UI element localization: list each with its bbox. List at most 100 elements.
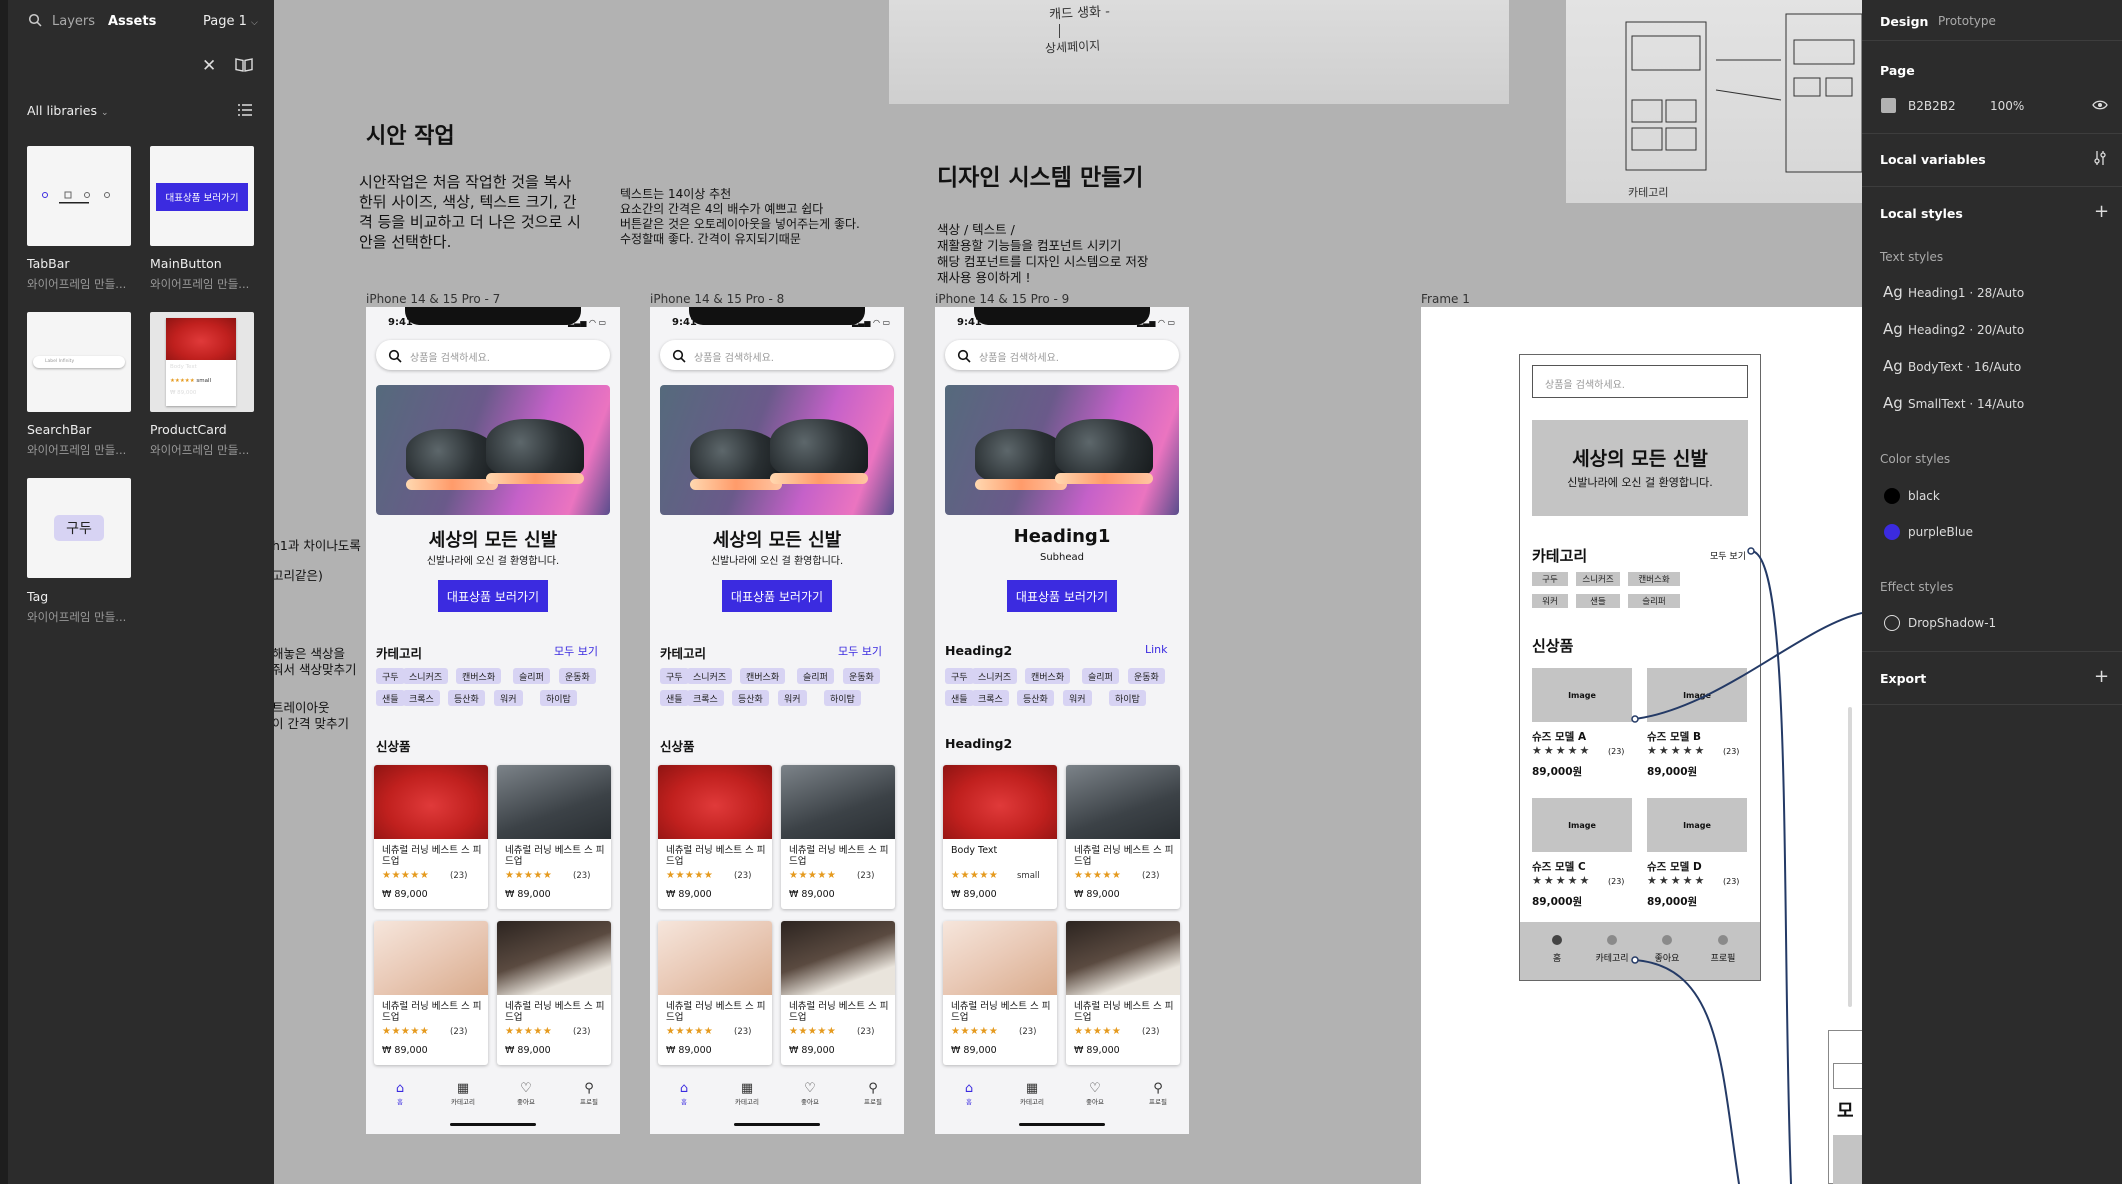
category-chip[interactable]: 구두 xyxy=(945,668,974,684)
category-chip[interactable]: 하이탑 xyxy=(824,690,861,706)
category-chip[interactable]: 캔버스화 xyxy=(740,668,786,684)
category-chip[interactable]: 운동화 xyxy=(843,668,880,684)
tab-item-category[interactable]: ▦ 카테고리 xyxy=(443,1081,483,1113)
product-card[interactable]: 네츄럴 러닝 베스트 스 피드업 ★★★★★ (23) ₩ 89,000 xyxy=(658,765,772,909)
frame-label[interactable]: iPhone 14 & 15 Pro - 7 xyxy=(366,292,500,306)
product-card[interactable]: 네츄럴 러닝 베스트 스 피드업 ★★★★★ (23) ₩ 89,000 xyxy=(943,921,1057,1065)
color-style-purpleblue-swatch[interactable] xyxy=(1884,524,1900,540)
category-chip[interactable]: 샌들 xyxy=(945,690,974,706)
product-card[interactable]: 네츄럴 러닝 베스트 스 피드업 ★★★★★ (23) ₩ 89,000 xyxy=(497,921,611,1065)
category-chip[interactable]: 구두 xyxy=(660,668,689,684)
asset-searchbar-thumb[interactable]: Label Infinity xyxy=(27,312,131,412)
asset-tabbar-thumb[interactable] xyxy=(27,146,131,246)
library-book-icon[interactable] xyxy=(234,57,254,73)
category-chip[interactable]: 운동화 xyxy=(1128,668,1165,684)
category-chip[interactable]: 스니커즈 xyxy=(687,668,733,684)
category-chip[interactable]: 슬리퍼 xyxy=(1082,668,1119,684)
tab-item-home[interactable]: ⌂ 홈 xyxy=(949,1081,989,1113)
search-bar[interactable]: 상품을 검색하세요. xyxy=(376,340,610,370)
tab-layers[interactable]: Layers xyxy=(52,14,95,29)
product-card[interactable]: 네츄럴 러닝 베스트 스 피드업 ★★★★★ (23) ₩ 89,000 xyxy=(781,921,895,1065)
category-chip[interactable]: 크록스 xyxy=(972,690,1009,706)
category-chip[interactable]: 운동화 xyxy=(559,668,596,684)
category-chip[interactable]: 구두 xyxy=(376,668,405,684)
phone-frame[interactable]: 9:41 ▂▃▅ ◠ ▭ 상품을 검색하세요. Heading1 Subhead 대표상품… xyxy=(935,307,1189,1134)
category-chip[interactable]: 크록스 xyxy=(687,690,724,706)
category-chip[interactable]: 슬리퍼 xyxy=(513,668,550,684)
all-libraries-dropdown[interactable]: All libraries ⌄ xyxy=(27,103,109,118)
tab-prototype[interactable]: Prototype xyxy=(1938,14,1996,28)
category-chip[interactable]: 슬리퍼 xyxy=(797,668,834,684)
tab-item-category[interactable]: ▦ 카테고리 xyxy=(727,1081,767,1113)
frame-label[interactable]: Frame 1 xyxy=(1421,292,1470,306)
see-all-link[interactable]: Link xyxy=(1145,643,1168,656)
see-all-link[interactable]: 모두 보기 xyxy=(554,643,598,659)
tab-item-profile[interactable]: ⚲ 프로필 xyxy=(853,1081,893,1113)
category-chip[interactable]: 캔버스화 xyxy=(1025,668,1071,684)
main-cta-button[interactable]: 대표상품 보러가기 xyxy=(438,580,548,612)
effect-style-dropshadow[interactable]: DropShadow-1 xyxy=(1908,616,1996,630)
text-style-item[interactable]: BodyText · 16/Auto xyxy=(1908,360,2021,374)
phone-frame[interactable]: 9:41 ▂▃▅ ◠ ▭ 상품을 검색하세요. 세상의 모든 신발 신발나라에 오신 걸… xyxy=(366,307,620,1134)
category-chip[interactable]: 워커 xyxy=(778,690,807,706)
local-variables[interactable]: Local variables xyxy=(1880,152,1986,167)
category-chip[interactable]: 등산화 xyxy=(732,690,769,706)
add-export-icon[interactable]: + xyxy=(2094,666,2109,687)
color-style-purpleblue[interactable]: purpleBlue xyxy=(1908,525,1973,539)
category-chip[interactable]: 등산화 xyxy=(448,690,485,706)
asset-productcard-thumb[interactable]: Body Text ★★★★★ small ₩ 89,000 xyxy=(150,312,254,412)
sketch-image-1[interactable]: 캐드 생화 - 상세페이지 xyxy=(889,0,1509,104)
tab-design[interactable]: Design xyxy=(1880,14,1928,29)
close-icon[interactable]: ✕ xyxy=(202,56,216,76)
search-bar[interactable]: 상품을 검색하세요. xyxy=(660,340,894,370)
main-cta-button[interactable]: 대표상품 보러가기 xyxy=(1007,580,1117,612)
page-color-swatch[interactable] xyxy=(1881,98,1896,113)
product-card[interactable]: 네츄럴 러닝 베스트 스 피드업 ★★★★★ (23) ₩ 89,000 xyxy=(497,765,611,909)
category-chip[interactable]: 하이탑 xyxy=(540,690,577,706)
page-selector[interactable]: Page 1 ⌵ xyxy=(203,14,258,29)
tab-item-category[interactable]: ▦ 카테고리 xyxy=(1012,1081,1052,1113)
text-style-item[interactable]: Heading2 · 20/Auto xyxy=(1908,323,2024,337)
category-chip[interactable]: 샌들 xyxy=(376,690,405,706)
product-card[interactable]: 네츄럴 러닝 베스트 스 피드업 ★★★★★ (23) ₩ 89,000 xyxy=(658,921,772,1065)
frame-label[interactable]: iPhone 14 & 15 Pro - 9 xyxy=(935,292,1069,306)
drop-shadow-icon[interactable] xyxy=(1884,615,1900,631)
product-card[interactable]: 네츄럴 러닝 베스트 스 피드업 ★★★★★ (23) ₩ 89,000 xyxy=(1066,921,1180,1065)
category-chip[interactable]: 등산화 xyxy=(1017,690,1054,706)
frame-1[interactable]: 상품을 검색하세요. 세상의 모든 신발 신발나라에 오신 걸 환영합니다. 카… xyxy=(1421,307,1863,1184)
category-chip[interactable]: 샌들 xyxy=(660,690,689,706)
product-card[interactable]: Body Text ★★★★★ small ₩ 89,000 xyxy=(943,765,1057,909)
color-style-black-swatch[interactable] xyxy=(1884,488,1900,504)
frame-label[interactable]: iPhone 14 & 15 Pro - 8 xyxy=(650,292,784,306)
list-view-icon[interactable] xyxy=(237,103,253,117)
search-icon[interactable] xyxy=(28,13,42,27)
phone-frame[interactable]: 9:41 ▂▃▅ ◠ ▭ 상품을 검색하세요. 세상의 모든 신발 신발나라에 오신 걸… xyxy=(650,307,904,1134)
product-card[interactable]: 네츄럴 러닝 베스트 스 피드업 ★★★★★ (23) ₩ 89,000 xyxy=(374,765,488,909)
asset-mainbutton-thumb[interactable]: 대표상품 보러가기 xyxy=(150,146,254,246)
category-chip[interactable]: 크록스 xyxy=(403,690,440,706)
search-bar[interactable]: 상품을 검색하세요. xyxy=(945,340,1179,370)
asset-tag-thumb[interactable]: 구두 xyxy=(27,478,131,578)
tab-item-profile[interactable]: ⚲ 프로필 xyxy=(569,1081,609,1113)
text-style-item[interactable]: SmallText · 14/Auto xyxy=(1908,397,2024,411)
category-chip[interactable]: 워커 xyxy=(494,690,523,706)
tab-item-profile[interactable]: ⚲ 프로필 xyxy=(1138,1081,1178,1113)
category-chip[interactable]: 스니커즈 xyxy=(403,668,449,684)
product-card[interactable]: 네츄럴 러닝 베스트 스 피드업 ★★★★★ (23) ₩ 89,000 xyxy=(1066,765,1180,909)
page-opacity[interactable]: 100% xyxy=(1990,99,2024,113)
category-chip[interactable]: 스니커즈 xyxy=(972,668,1018,684)
see-all-link[interactable]: 모두 보기 xyxy=(838,643,882,659)
product-card[interactable]: 네츄럴 러닝 베스트 스 피드업 ★★★★★ (23) ₩ 89,000 xyxy=(781,765,895,909)
category-chip[interactable]: 캔버스화 xyxy=(456,668,502,684)
tab-item-home[interactable]: ⌂ 홈 xyxy=(664,1081,704,1113)
page-color-hex[interactable]: B2B2B2 xyxy=(1908,99,1956,113)
eye-icon[interactable] xyxy=(2092,99,2108,111)
tab-item-like[interactable]: ♡ 좋아요 xyxy=(506,1081,546,1113)
tab-item-like[interactable]: ♡ 좋아요 xyxy=(1075,1081,1115,1113)
category-chip[interactable]: 워커 xyxy=(1063,690,1092,706)
text-style-item[interactable]: Heading1 · 28/Auto xyxy=(1908,286,2024,300)
color-style-black[interactable]: black xyxy=(1908,489,1940,503)
add-style-icon[interactable]: + xyxy=(2094,201,2109,222)
variables-settings-icon[interactable] xyxy=(2092,150,2108,166)
category-chip[interactable]: 하이탑 xyxy=(1109,690,1146,706)
